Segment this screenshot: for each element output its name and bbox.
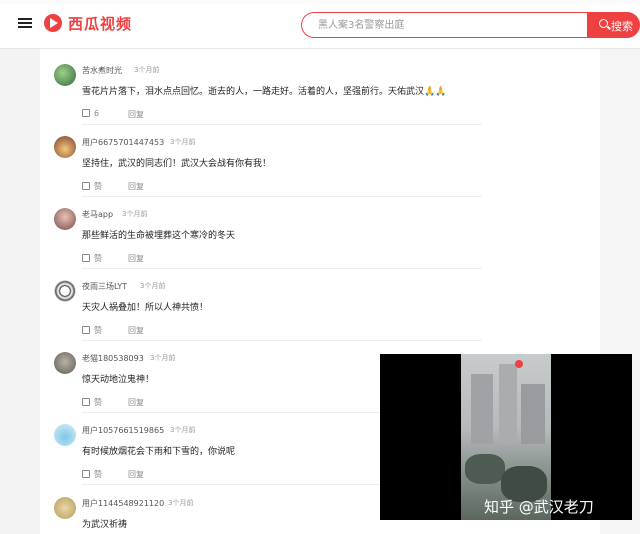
search-button-label: 搜索 — [611, 20, 633, 33]
avatar[interactable] — [54, 424, 76, 446]
building — [471, 374, 493, 444]
like-count: 6 — [94, 109, 100, 118]
search-box — [301, 12, 587, 38]
comment-username[interactable]: 老马app — [82, 209, 113, 220]
thumbs-up-icon — [82, 398, 90, 406]
thumbs-up-icon — [82, 182, 90, 190]
thumbs-up-icon — [82, 254, 90, 262]
comment-time: 3个月前 — [140, 282, 166, 290]
comment-text: 为武汉祈祷 — [82, 520, 128, 530]
video-watermark: 知乎 @武汉老刀 — [484, 498, 594, 516]
comment-time: 3个月前 — [122, 210, 148, 218]
logo-icon[interactable] — [44, 14, 62, 32]
reply-button[interactable]: 回复 — [128, 397, 144, 408]
menu-icon[interactable] — [18, 16, 32, 30]
divider — [82, 124, 482, 125]
comment-text: 那些鲜活的生命被埋葬这个寒冷的冬天 — [82, 231, 236, 241]
app-logo-text[interactable]: 西瓜视频 — [68, 13, 132, 34]
building — [499, 364, 517, 444]
like-count: 赞 — [94, 254, 102, 263]
reply-button[interactable]: 回复 — [128, 181, 144, 192]
comment-text: 有时候放烟花会下雨和下雪的，你说呢 — [82, 447, 236, 457]
like-button[interactable]: 赞 — [82, 253, 102, 264]
building — [521, 384, 545, 444]
avatar[interactable] — [54, 208, 76, 230]
tree — [465, 454, 505, 484]
like-count: 赞 — [94, 326, 102, 335]
reply-button[interactable]: 回复 — [128, 109, 144, 120]
left-margin — [0, 49, 41, 534]
reply-button[interactable]: 回复 — [128, 469, 144, 480]
comment-time: 3个月前 — [150, 354, 176, 362]
comment-time: 3个月前 — [170, 138, 196, 146]
divider — [82, 340, 482, 341]
comment-username[interactable]: 老猫180538093 — [82, 353, 144, 364]
thumbs-up-icon — [82, 470, 90, 478]
floating-video-player[interactable]: 知乎 @武汉老刀 — [380, 354, 632, 520]
avatar[interactable] — [54, 136, 76, 158]
comment-username[interactable]: 苦水煮时光 — [82, 65, 122, 76]
like-count: 赞 — [94, 398, 102, 407]
like-button[interactable]: 赞 — [82, 181, 102, 192]
comment-text: 坚持住，武汉的同志们！武汉大会战有你有我！ — [82, 159, 272, 169]
divider — [82, 196, 482, 197]
comment-username[interactable]: 用户1057661519865 — [82, 425, 164, 436]
comment-username[interactable]: 用户1144548921120 — [82, 498, 164, 509]
comment-username[interactable]: 夜雨三场LYT — [82, 281, 127, 292]
search-input[interactable] — [316, 19, 570, 32]
comment-time: 3个月前 — [134, 66, 160, 74]
thumbs-up-icon — [82, 326, 90, 334]
divider — [82, 268, 482, 269]
thumbs-up-icon — [82, 109, 90, 117]
avatar[interactable] — [54, 497, 76, 519]
avatar[interactable] — [54, 64, 76, 86]
video-logo-icon — [515, 360, 523, 368]
top-strip — [0, 0, 640, 4]
comment-time: 3个月前 — [168, 499, 194, 507]
comment-text: 雪花片片落下，泪水点点回忆。逝去的人，一路走好。活着的人，坚强前行。天佑武汉🙏🙏 — [82, 87, 447, 97]
search-icon — [599, 19, 608, 28]
like-button[interactable]: 赞 — [82, 469, 102, 480]
like-button[interactable]: 赞 — [82, 397, 102, 408]
like-count: 赞 — [94, 470, 102, 479]
reply-button[interactable]: 回复 — [128, 253, 144, 264]
comment-text: 惊天动地泣鬼神！ — [82, 375, 155, 385]
avatar[interactable] — [54, 352, 76, 374]
like-count: 赞 — [94, 182, 102, 191]
reply-button[interactable]: 回复 — [128, 325, 144, 336]
comment-text: 天灾人祸叠加！所以人神共愤！ — [82, 303, 209, 313]
avatar[interactable] — [54, 280, 76, 302]
like-button[interactable]: 赞 — [82, 325, 102, 336]
comment-username[interactable]: 用户6675701447453 — [82, 137, 164, 148]
like-button[interactable]: 6 — [82, 109, 99, 118]
comment-time: 3个月前 — [170, 426, 196, 434]
top-navigation-bar: 西瓜视频 搜索 — [0, 0, 640, 49]
search-button[interactable]: 搜索 — [587, 12, 640, 38]
